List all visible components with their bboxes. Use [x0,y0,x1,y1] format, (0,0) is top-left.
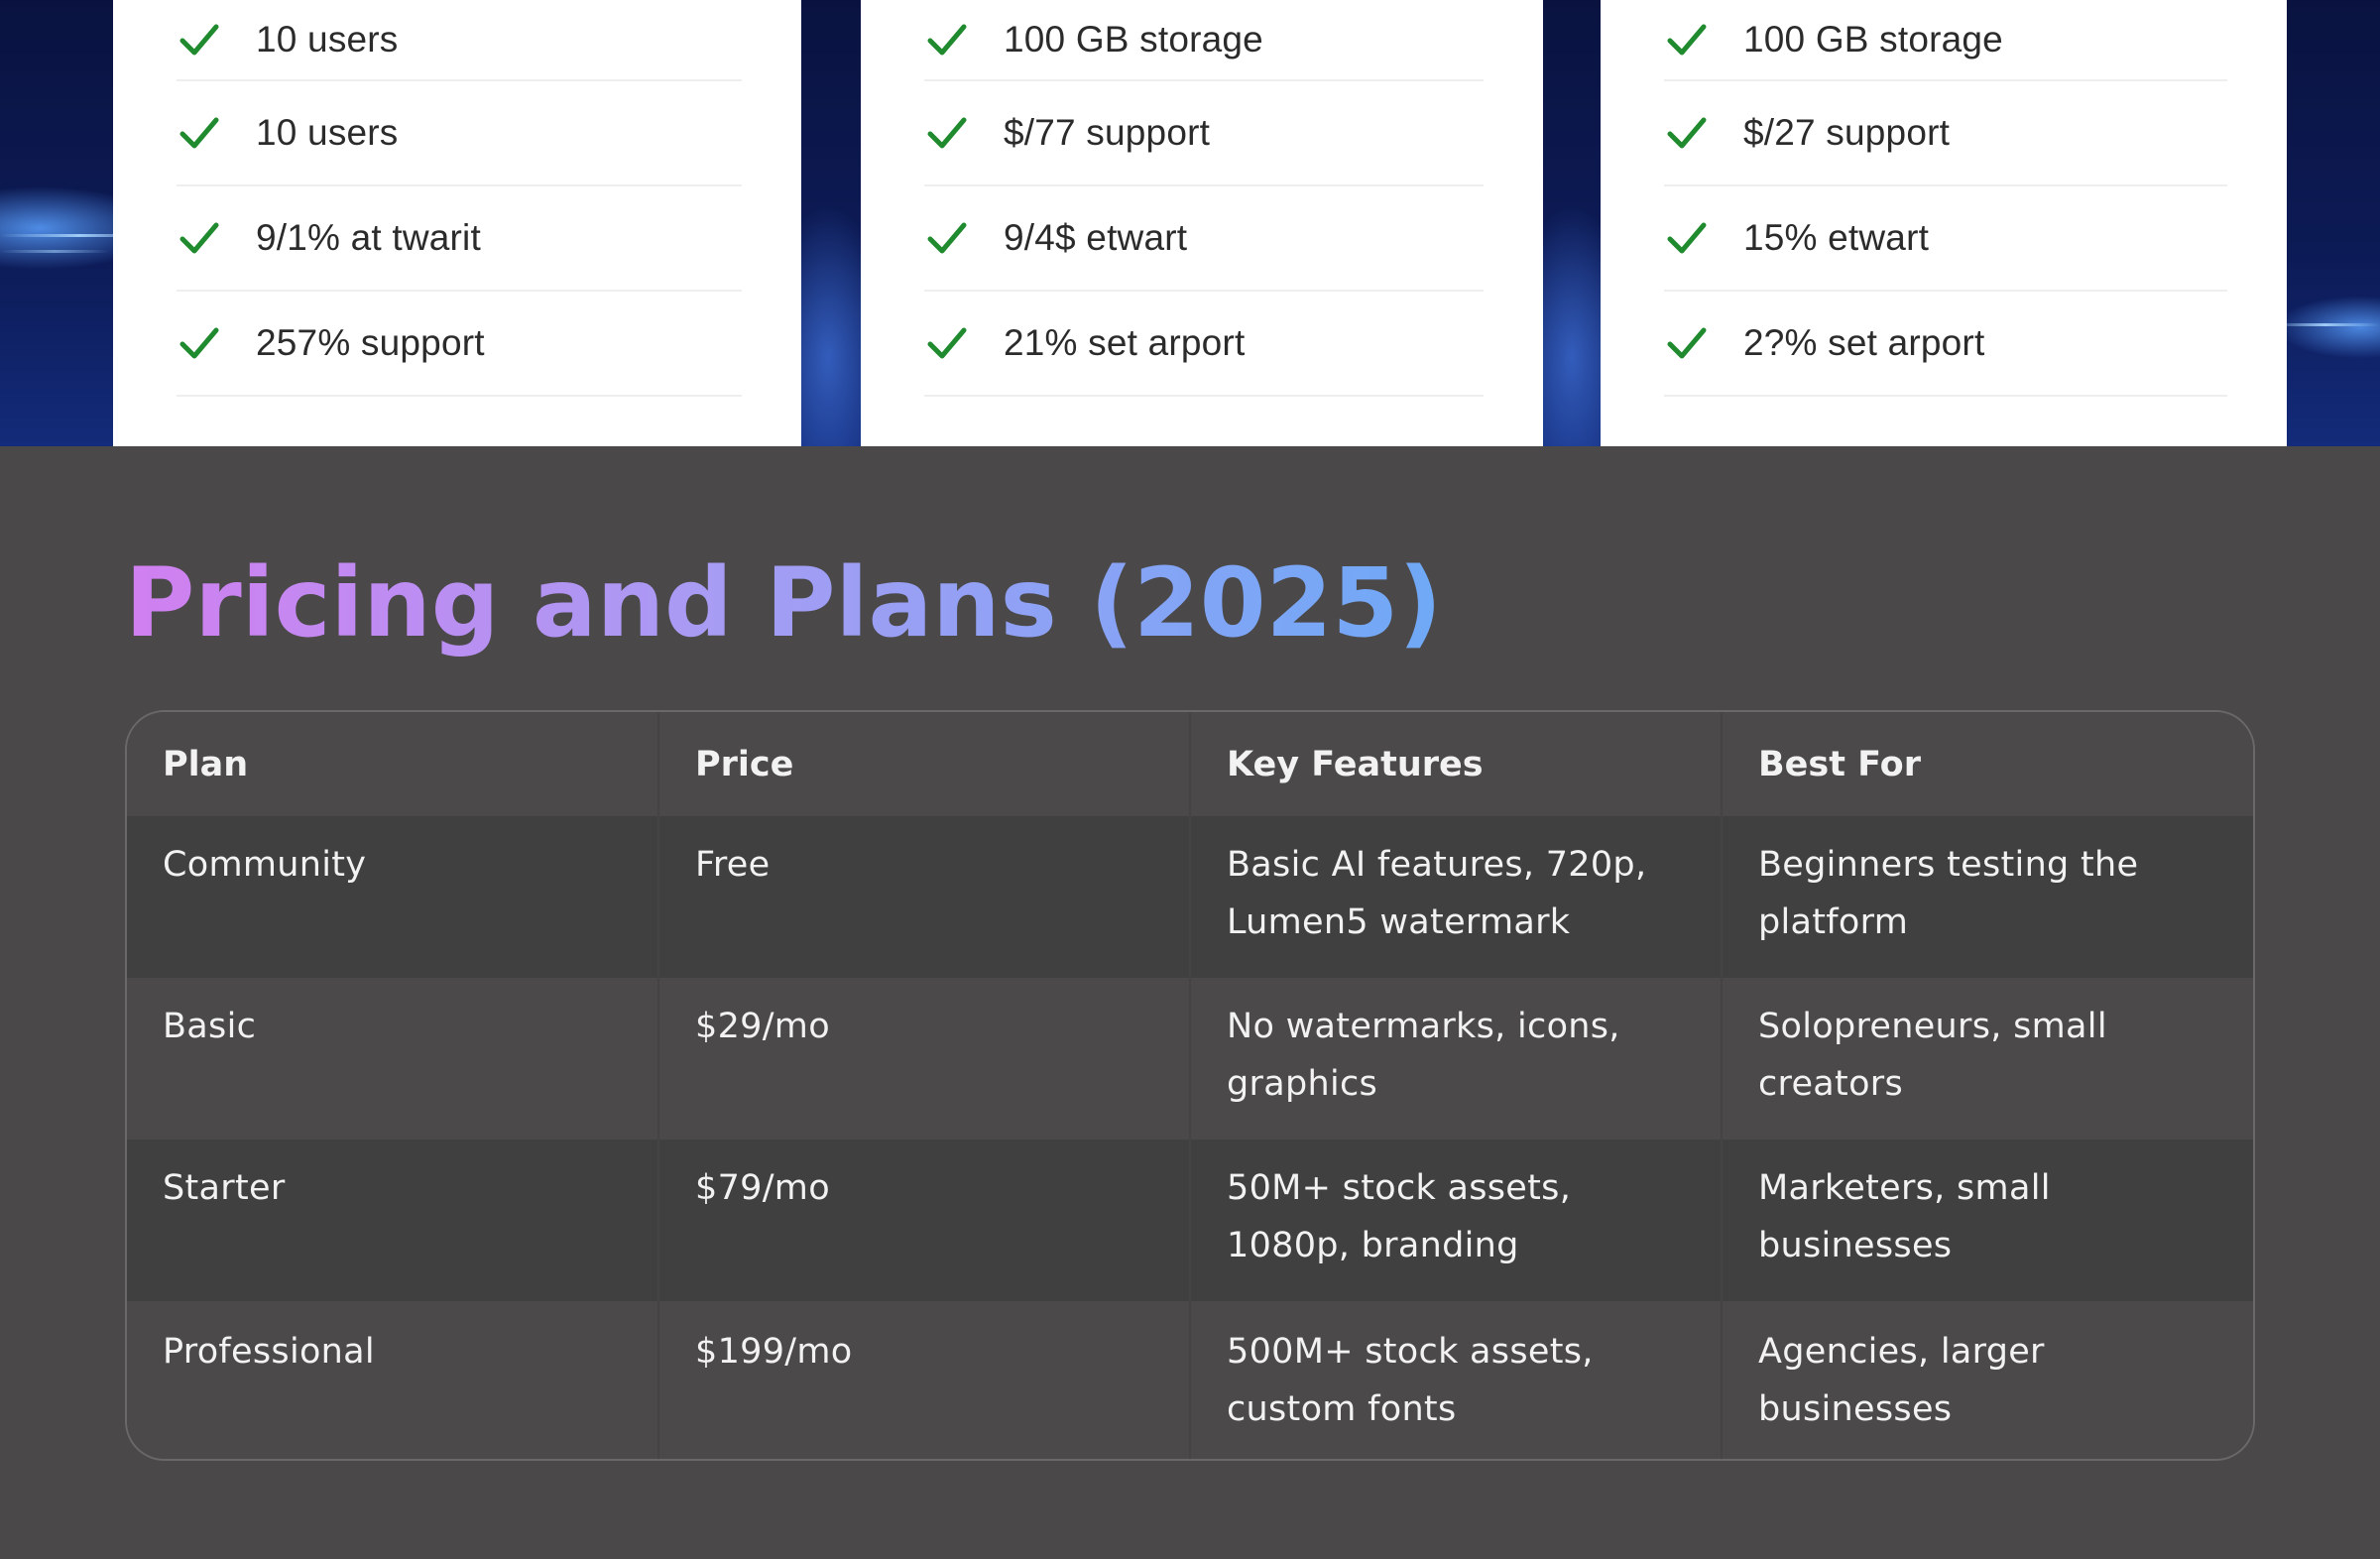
column-header-key-features: Key Features [1190,712,1723,816]
price-cell: $199/mo [658,1301,1191,1459]
check-icon [179,117,219,149]
table-row: Starter $79/mo 50M+ stock assets, 1080p,… [127,1139,2253,1301]
card-feature: 2?% set arport [1664,292,2227,397]
card-feature-text: 10 users [256,112,399,153]
card-feature: 100 GB storage [1664,0,2227,81]
check-icon [1667,24,1707,56]
card-feature-text: 9/1% at twarit [256,217,481,258]
check-icon [927,24,967,56]
card-feature-text: $/27 support [1743,112,1951,153]
table-row: Basic $29/mo No watermarks, icons, graph… [127,978,2253,1139]
card-feature-text: $/77 support [1004,112,1211,153]
features-cell: No watermarks, icons, graphics [1190,978,1723,1139]
card-feature-text: 257% support [256,322,485,363]
check-icon [1667,327,1707,359]
best-for-cell: Beginners testing the platform [1722,816,2253,978]
table-row: Community Free Basic AI features, 720p, … [127,816,2253,978]
plan-cell: Professional [127,1301,659,1459]
check-icon [179,327,219,359]
card-feature: 10 users [177,81,742,186]
card-feature: 15% etwart [1664,186,2227,292]
check-icon [927,222,967,254]
plan-card-3: 100 GB storage $/27 support 15% etwart 2… [1601,0,2287,446]
card-feature-text: 2?% set arport [1743,322,1985,363]
table-row: Professional $199/mo 500M+ stock assets,… [127,1301,2253,1459]
check-icon [179,24,219,56]
plan-card-1: 10 users 10 users 9/1% at twarit 257% su… [113,0,801,446]
features-cell: 500M+ stock assets, custom fonts [1190,1301,1723,1459]
pricing-table: Plan Price Key Features Best For Communi… [125,710,2255,1461]
price-cell: $29/mo [658,978,1191,1139]
pricing-cards-image: 10 users 10 users 9/1% at twarit 257% su… [0,0,2380,446]
card-feature-text: 10 users [256,19,399,60]
card-feature: 100 GB storage [924,0,1484,81]
column-header-price: Price [658,712,1191,816]
card-feature: 9/1% at twarit [177,186,742,292]
card-feature: 10 users [177,0,742,81]
price-cell: Free [658,816,1191,978]
section-title: Pricing and Plans (2025) [125,543,1442,662]
light-streak [2271,323,2380,326]
card-feature-text: 100 GB storage [1004,19,1263,60]
check-icon [927,327,967,359]
card-feature-text: 15% etwart [1743,217,1930,258]
column-header-plan: Plan [127,712,659,816]
check-icon [1667,117,1707,149]
card-feature: 257% support [177,292,742,397]
best-for-cell: Marketers, small businesses [1722,1139,2253,1301]
card-feature: 9/4$ etwart [924,186,1484,292]
card-feature-text: 9/4$ etwart [1004,217,1188,258]
best-for-cell: Solopreneurs, small creators [1722,978,2253,1139]
card-feature-text: 100 GB storage [1743,19,2003,60]
plan-cell: Basic [127,978,659,1139]
pricing-table-grid: Plan Price Key Features Best For Communi… [127,712,2253,1459]
check-icon [179,222,219,254]
plan-card-2: 100 GB storage $/77 support 9/4$ etwart … [861,0,1543,446]
features-cell: 50M+ stock assets, 1080p, branding [1190,1139,1723,1301]
table-header-row: Plan Price Key Features Best For [127,712,2253,816]
best-for-cell: Agencies, larger businesses [1722,1301,2253,1459]
column-header-best-for: Best For [1722,712,2253,816]
card-feature: $/77 support [924,81,1484,186]
plan-cell: Starter [127,1139,659,1301]
price-cell: $79/mo [658,1139,1191,1301]
light-streak [0,250,109,253]
features-cell: Basic AI features, 720p, Lumen5 watermar… [1190,816,1723,978]
check-icon [1667,222,1707,254]
card-feature: 21% set arport [924,292,1484,397]
check-icon [927,117,967,149]
plan-cell: Community [127,816,659,978]
card-feature: $/27 support [1664,81,2227,186]
card-feature-text: 21% set arport [1004,322,1246,363]
